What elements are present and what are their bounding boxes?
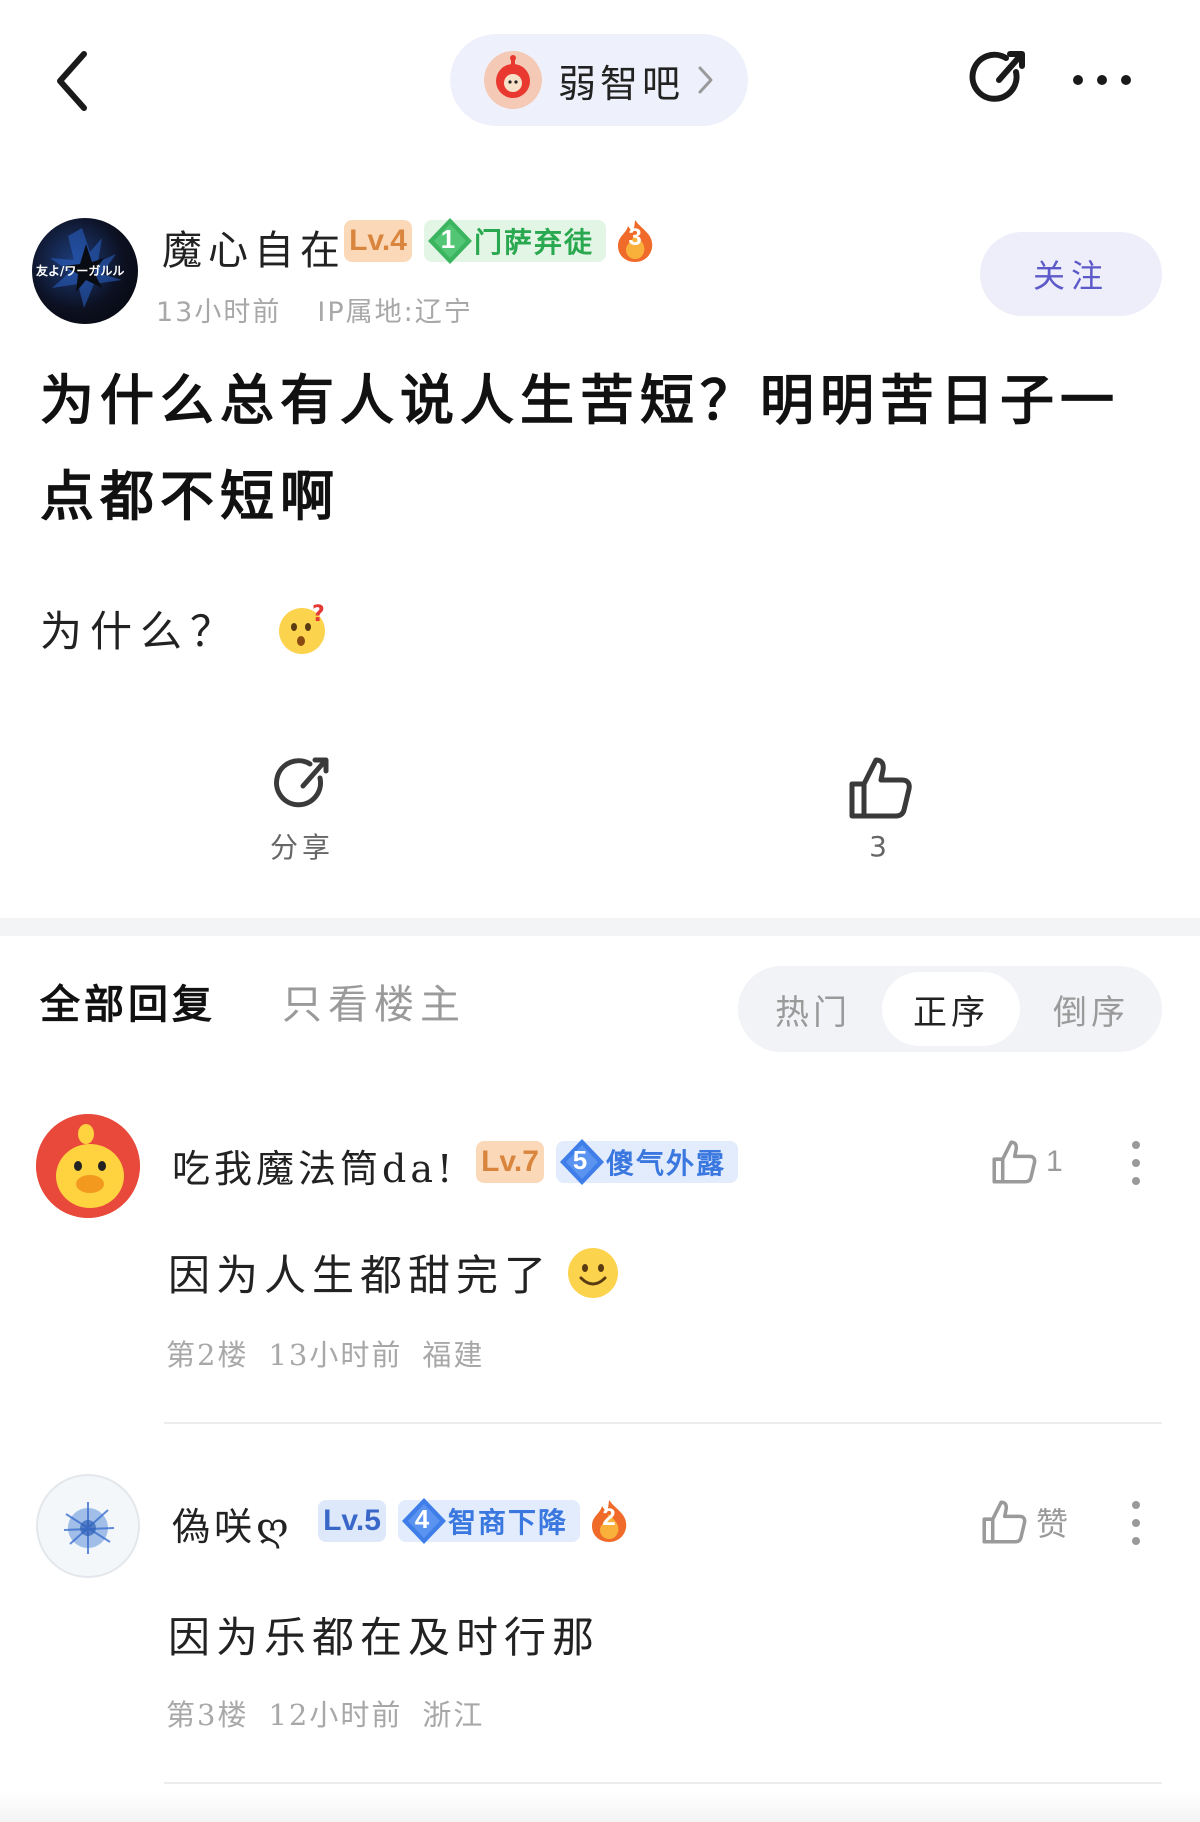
top-bar: 弱智吧 xyxy=(0,0,1200,160)
comment-like-count: 1 xyxy=(1046,1145,1063,1178)
author-meta: 13小时前 IP属地:辽宁 xyxy=(156,290,473,329)
thinking-emoji-icon: ? xyxy=(279,602,332,654)
author-title-number: 1 xyxy=(440,224,458,254)
flame-badge-icon: 2 xyxy=(586,1498,632,1544)
comment-text: 因为乐都在及时行那 xyxy=(168,1604,600,1665)
share-action[interactable]: 分享 xyxy=(270,754,334,866)
comment-location: 福建 xyxy=(422,1338,485,1372)
forum-entry-button[interactable]: 弱智吧 xyxy=(450,34,748,126)
post-body-text: 为什么？ xyxy=(40,607,241,656)
commenter-name[interactable]: 吃我魔法筒da! xyxy=(172,1138,456,1193)
comment-like-button[interactable]: 1 xyxy=(990,1138,1063,1186)
chevron-right-icon xyxy=(698,66,713,94)
flame-badge-icon: 3 xyxy=(612,218,658,264)
ip-location: IP属地:辽宁 xyxy=(317,297,473,328)
comment-text: 因为人生都甜完了 xyxy=(168,1242,620,1303)
more-icon[interactable] xyxy=(1070,66,1134,94)
post-body: 为什么？ ? xyxy=(40,598,332,659)
kebab-menu-icon[interactable] xyxy=(1130,1500,1142,1546)
commenter-title-badge: 5 傻气外露 xyxy=(556,1139,739,1185)
commenter-title-label: 智商下降 xyxy=(448,1506,569,1539)
forum-avatar xyxy=(484,51,542,109)
author-name[interactable]: 魔心自在 xyxy=(162,218,346,276)
flame-number: 2 xyxy=(602,1504,616,1531)
sort-segmented-control: 热门 正序 倒序 xyxy=(738,966,1162,1052)
commenter-name[interactable]: 偽咲ღ xyxy=(172,1496,293,1551)
thumbs-up-icon xyxy=(992,1140,1037,1184)
tab-all-replies[interactable]: 全部回复 xyxy=(40,972,216,1030)
follow-button[interactable]: 关注 xyxy=(980,232,1162,316)
sort-descending[interactable]: 倒序 xyxy=(1026,966,1156,1052)
comment-separator xyxy=(164,1422,1162,1424)
share-label: 分享 xyxy=(270,831,335,864)
svg-text:?: ? xyxy=(312,602,332,627)
comment-like-button[interactable]: 赞 xyxy=(980,1498,1068,1546)
post-title: 为什么总有人说人生苦短？明明苦日子一点都不短啊 xyxy=(40,368,1120,528)
author-title-label: 门萨弃徒 xyxy=(474,226,595,259)
comment-time: 13小时前 xyxy=(268,1338,403,1372)
comment-meta: 第3楼 12小时前 浙江 xyxy=(166,1692,484,1734)
comment-location: 浙江 xyxy=(422,1698,485,1732)
commenter-avatar[interactable] xyxy=(36,1114,140,1218)
sort-hot[interactable]: 热门 xyxy=(748,966,878,1052)
share-icon[interactable] xyxy=(966,48,1030,112)
comment-floor: 第3楼 xyxy=(166,1698,249,1732)
author-title-badge: 1 门萨弃徒 xyxy=(424,218,607,264)
author-avatar-text: 友よ/ワーガルル xyxy=(36,264,125,278)
commenter-level-badge: Lv.5 xyxy=(318,1500,386,1542)
commenter-title-number: 4 xyxy=(414,1504,432,1534)
kebab-menu-icon[interactable] xyxy=(1130,1140,1142,1186)
comment-time: 12小时前 xyxy=(268,1698,403,1732)
commenter-title-number: 5 xyxy=(572,1145,590,1175)
like-action[interactable]: 3 xyxy=(846,754,914,863)
author-avatar[interactable]: 友よ/ワーガルル xyxy=(32,218,138,324)
thumbs-up-icon xyxy=(849,757,912,819)
back-icon[interactable] xyxy=(50,48,96,114)
comment-separator xyxy=(164,1782,1162,1784)
commenter-level-badge: Lv.7 xyxy=(476,1141,544,1183)
sort-ascending[interactable]: 正序 xyxy=(882,972,1020,1046)
comment-like-label: 赞 xyxy=(1036,1505,1069,1543)
share-icon xyxy=(274,757,329,808)
like-count: 3 xyxy=(869,830,891,863)
thumbs-up-icon xyxy=(982,1500,1027,1544)
post-time: 13小时前 xyxy=(156,297,282,328)
commenter-avatar[interactable] xyxy=(36,1474,140,1578)
comment-text-content: 因为乐都在及时行那 xyxy=(168,1613,601,1662)
flame-number: 3 xyxy=(628,224,642,251)
comment-meta: 第2楼 13小时前 福建 xyxy=(166,1332,484,1374)
bottom-fade xyxy=(0,1790,1200,1822)
smile-emoji-icon xyxy=(568,1247,619,1298)
forum-name: 弱智吧 xyxy=(558,61,685,106)
section-divider xyxy=(0,918,1200,936)
tab-only-op[interactable]: 只看楼主 xyxy=(282,972,466,1030)
commenter-title-badge: 4 智商下降 xyxy=(398,1498,581,1544)
comment-text-content: 因为人生都甜完了 xyxy=(168,1251,553,1300)
author-level-badge: Lv.4 xyxy=(344,220,412,262)
comment-floor: 第2楼 xyxy=(166,1338,249,1372)
commenter-title-label: 傻气外露 xyxy=(606,1147,727,1180)
